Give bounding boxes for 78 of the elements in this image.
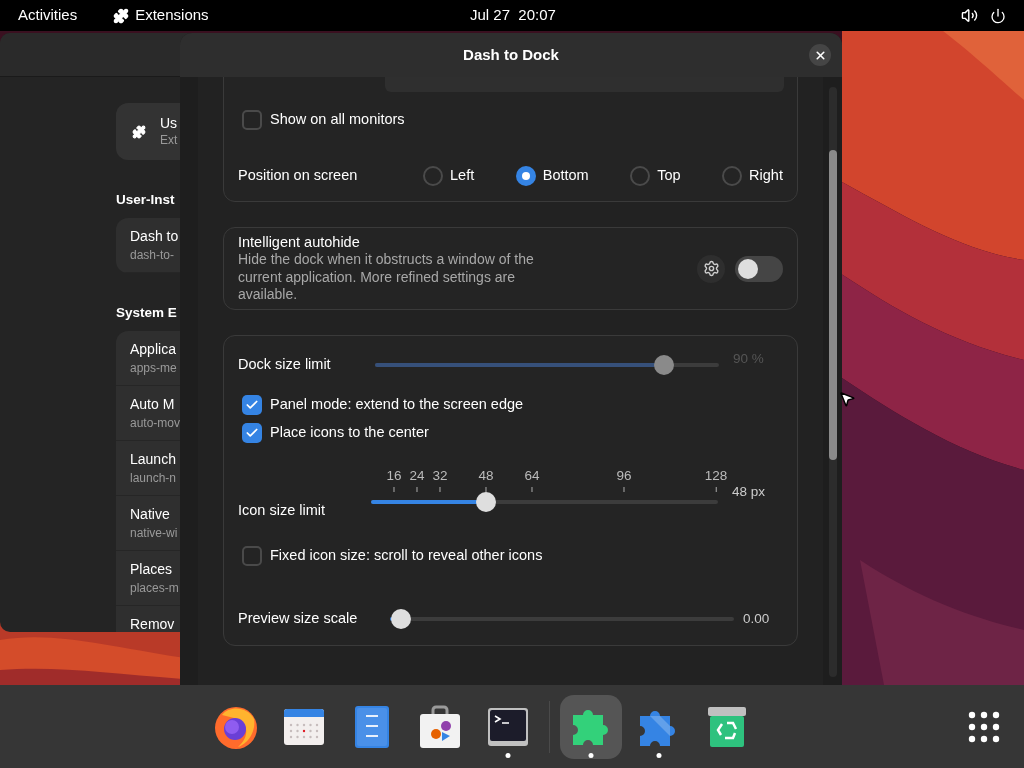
extension-name: Places (130, 560, 174, 579)
puzzle-icon (132, 124, 146, 139)
slider-handle[interactable] (476, 492, 497, 512)
extension-id: launch-n (130, 470, 178, 487)
extension-name: Remov (130, 615, 176, 632)
radio-option[interactable]: Right (722, 165, 783, 187)
slider-handle[interactable] (391, 609, 411, 629)
puzzle-icon (113, 7, 130, 24)
clock[interactable]: Jul 27 20:07 (470, 4, 556, 27)
extension-name: Launch (130, 450, 177, 469)
row-label: Dock size limit (238, 355, 332, 375)
card-subtitle: Ext (160, 131, 178, 149)
checkbox[interactable] (242, 395, 262, 415)
extension-id: native-wi (130, 525, 179, 542)
extension-id: auto-mov (130, 415, 182, 432)
close-icon (813, 48, 827, 62)
section-heading: User-Inst (116, 191, 176, 209)
tick-label: 48 (478, 467, 494, 485)
tick-label: 24 (409, 467, 425, 485)
section-heading: System E (116, 304, 178, 322)
slider[interactable] (390, 609, 734, 629)
slider-value: 48 px (732, 482, 766, 501)
checkbox[interactable] (242, 110, 262, 130)
checkbox-label: Place icons to the center (270, 423, 429, 443)
slider-value: 0.00 (743, 609, 770, 628)
row-title: Intelligent autohide (238, 233, 361, 251)
radio-button[interactable] (423, 166, 443, 186)
tick-label: 16 (386, 467, 402, 485)
checkbox[interactable] (242, 423, 262, 443)
mouse-pointer-icon (838, 390, 856, 408)
app-grid-icon[interactable] (968, 710, 1000, 743)
tick-label: 32 (432, 467, 448, 485)
extension-name: Auto M (130, 395, 176, 414)
slider[interactable] (375, 355, 719, 375)
slider-handle[interactable] (653, 355, 674, 375)
scrollbar[interactable] (829, 87, 837, 677)
settings-button[interactable] (697, 254, 725, 283)
extension-id: places-m (130, 580, 180, 597)
radio-button[interactable] (722, 166, 743, 186)
extension-name: Dash to (130, 227, 180, 246)
recycle-bin-icon (707, 704, 747, 749)
settings-icon (702, 260, 720, 277)
row-label: Icon size limit (238, 501, 327, 521)
extension-name: Native (130, 505, 171, 524)
check-icon (245, 398, 259, 412)
scrollbar-thumb[interactable] (829, 150, 837, 460)
activities-button[interactable]: Activities (18, 4, 78, 27)
radio-option[interactable]: Top (630, 165, 681, 187)
toggle-switch[interactable] (735, 255, 783, 282)
row-label: Position on screen (238, 166, 359, 186)
slider[interactable] (371, 492, 718, 512)
close-button[interactable] (809, 44, 831, 66)
volume-icon[interactable] (961, 7, 978, 24)
card-title: Us (160, 114, 178, 132)
checkbox-label: Panel mode: extend to the screen edge (270, 395, 524, 415)
shopping-bag-icon (418, 703, 462, 750)
checkbox-label: Show on all monitors (270, 110, 405, 130)
extension-id: apps-me (130, 360, 178, 377)
tick-label: 128 (704, 467, 728, 485)
radio-option[interactable]: Bottom (515, 165, 589, 187)
radio-button[interactable] (515, 166, 536, 186)
app-menu[interactable]: Extensions (113, 4, 209, 27)
tick-label: 64 (524, 467, 540, 485)
file-cabinet-icon (354, 704, 390, 749)
radio-option[interactable]: Left (423, 165, 475, 187)
dialog-title: Dash to Dock (463, 44, 559, 65)
checkbox[interactable] (242, 546, 262, 566)
dock-item[interactable] (560, 694, 622, 759)
radio-button[interactable] (630, 166, 651, 186)
row-description: Hide the dock when it obstructs a window of the current application. More refined settings are available. (238, 251, 535, 304)
tick-label: 96 (616, 467, 632, 485)
power-icon[interactable] (990, 7, 1006, 24)
terminal-icon (487, 706, 529, 747)
checkbox-label: Fixed icon size: scroll to reveal other icons (270, 546, 543, 566)
row-label: Preview size scale (238, 609, 359, 629)
check-icon (245, 426, 259, 440)
extension-id: dash-to- (130, 247, 176, 264)
extension-name: Applica (130, 340, 177, 359)
